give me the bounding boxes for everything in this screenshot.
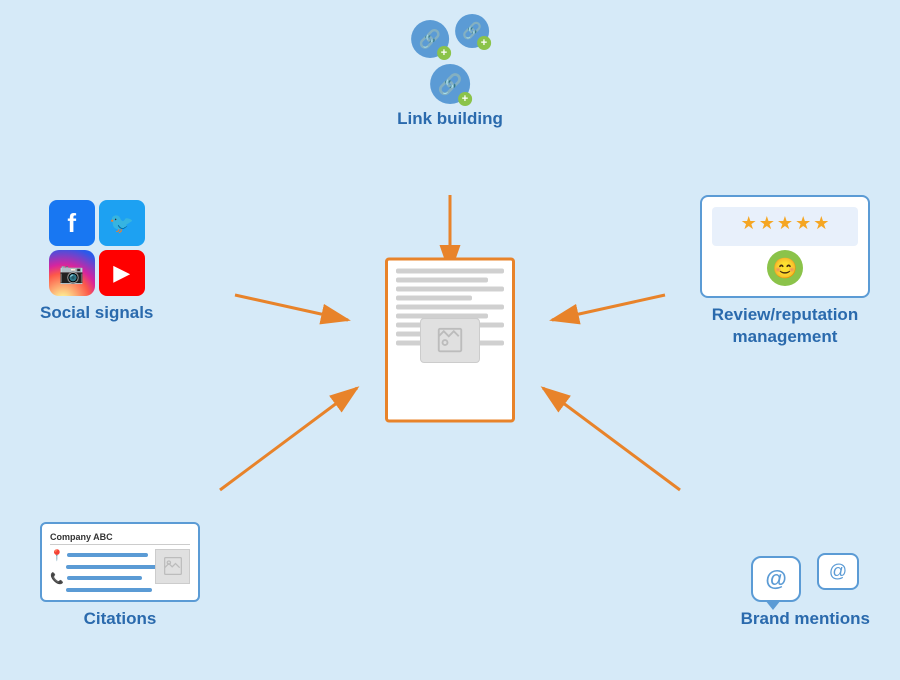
review-label: Review/reputationmanagement [712, 304, 858, 348]
instagram-icon: 📷 [49, 250, 95, 296]
node-citations: Company ABC 📍 📞 [40, 522, 200, 630]
doc-line [396, 296, 472, 301]
social-signals-label: Social signals [40, 302, 153, 324]
chain-plus-2: + [477, 36, 491, 50]
facebook-icon: f [49, 200, 95, 246]
doc-line [396, 305, 504, 310]
link-building-icons: 🔗 + 🔗 + 🔗 + [411, 20, 489, 104]
citation-card: Company ABC 📍 📞 [40, 522, 200, 602]
citation-line [67, 576, 143, 580]
citation-card-body: 📍 📞 [50, 549, 190, 592]
review-card: ★ ★ ★ ★ ★ 😊 [700, 195, 870, 298]
chain-icon-2: 🔗 + [455, 14, 489, 48]
twitter-icon: 🐦 [99, 200, 145, 246]
citation-card-img [155, 549, 190, 584]
smiley-icon: 😊 [767, 250, 803, 286]
citations-label: Citations [84, 608, 157, 630]
brand-bubble-small-group: @ [817, 553, 859, 602]
star-2: ★ [759, 213, 775, 234]
chain-icon-3: 🔗 + [430, 64, 470, 104]
star-3: ★ [777, 213, 793, 234]
node-social-signals: f 🐦 📷 ▶ Social signals [40, 200, 153, 324]
chain-plus-3: + [458, 92, 472, 106]
node-brand-mentions: @ @ Brand mentions [741, 553, 870, 630]
chain-icon-1: 🔗 + [411, 20, 449, 58]
chat-bubble-small: @ [817, 553, 859, 590]
star-1: ★ [741, 213, 757, 234]
node-review-reputation: ★ ★ ★ ★ ★ 😊 Review/reputationmanagement [700, 195, 870, 348]
doc-line [396, 269, 504, 274]
youtube-icon: ▶ [99, 250, 145, 296]
doc-line [396, 278, 488, 283]
doc-image [420, 318, 480, 363]
citation-line [66, 588, 152, 592]
citation-lines: 📍 📞 [50, 549, 151, 592]
social-icons-group: f 🐦 📷 ▶ [49, 200, 145, 296]
review-stars: ★ ★ ★ ★ ★ [718, 213, 852, 234]
star-5: ★ [813, 213, 829, 234]
doc-line [396, 287, 504, 292]
brand-bubble-group: @ [751, 556, 800, 602]
brand-icons-group: @ @ [751, 553, 859, 602]
node-link-building: 🔗 + 🔗 + 🔗 + Link building [397, 20, 503, 130]
center-document [385, 258, 515, 423]
phone-icon: 📞 [50, 572, 64, 585]
chat-bubble-large: @ [751, 556, 800, 602]
star-4: ★ [795, 213, 811, 234]
citation-line [67, 553, 148, 557]
citation-line [66, 565, 157, 569]
link-building-label: Link building [397, 108, 503, 130]
diagram-container: 🔗 + 🔗 + 🔗 + Link building f 🐦 � [0, 0, 900, 680]
review-stars-row: ★ ★ ★ ★ ★ [712, 207, 858, 246]
brand-mentions-label: Brand mentions [741, 608, 870, 630]
citation-card-title: Company ABC [50, 532, 190, 545]
pin-icon: 📍 [50, 549, 64, 562]
chain-plus-1: + [437, 46, 451, 60]
